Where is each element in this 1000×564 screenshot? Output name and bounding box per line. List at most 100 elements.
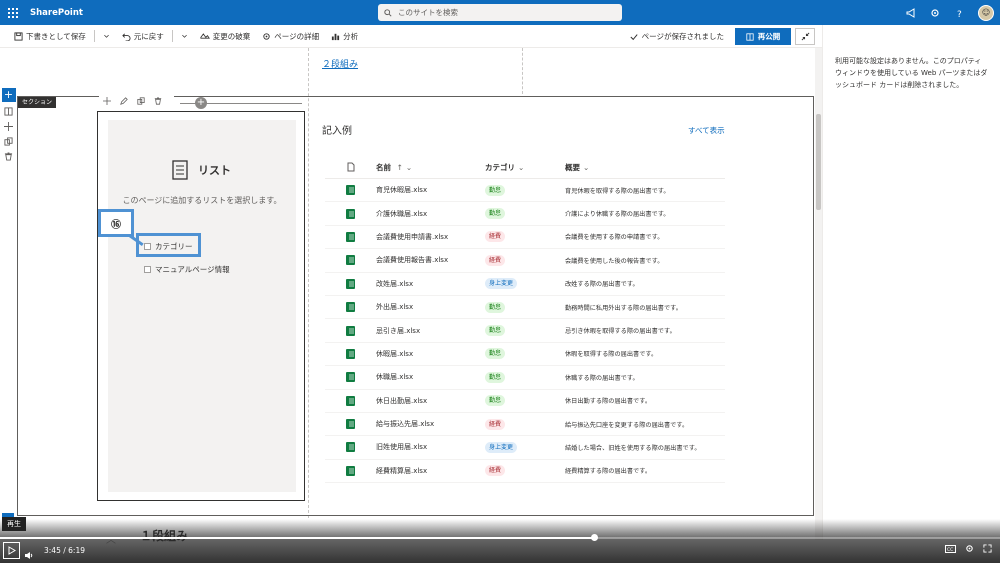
category-badge: 経費 — [485, 231, 506, 243]
delete-icon[interactable] — [154, 97, 162, 105]
layout-icon[interactable] — [3, 105, 15, 117]
table-row[interactable]: 介護休職届.xlsx 勤怠 介護により休職する際の届出書です。 — [325, 202, 725, 226]
description-cell: 会議費を使用した後の報告書です。 — [565, 257, 664, 265]
megaphone-icon[interactable] — [906, 7, 916, 18]
file-name[interactable]: 育児休暇届.xlsx — [376, 185, 485, 195]
file-name[interactable]: 経費精算届.xlsx — [376, 466, 485, 476]
table-row[interactable]: 会議費使用申請書.xlsx 経費 会議費を使用する際の申請書です。 — [325, 226, 725, 250]
move-icon[interactable] — [3, 120, 15, 132]
table-row[interactable]: 外出届.xlsx 勤怠 勤務時間に私用外出する際の届出書です。 — [325, 296, 725, 320]
search-box[interactable]: このサイトを検索 — [378, 4, 622, 21]
table-row[interactable]: 改姓届.xlsx 身上変更 改姓する際の届出書です。 — [325, 273, 725, 296]
duplicate-icon[interactable] — [137, 97, 145, 105]
undo-button[interactable]: 元に戻す — [116, 31, 170, 42]
progress-knob[interactable] — [591, 534, 598, 541]
app-launcher-icon[interactable] — [2, 0, 24, 25]
collapse-pane-button[interactable] — [795, 28, 815, 45]
add-section-button[interactable]: + — [1, 88, 16, 102]
undo-dropdown-chevron[interactable] — [175, 33, 194, 40]
table-row[interactable]: 休職届.xlsx 勤怠 休職する際の届出書です。 — [325, 366, 725, 390]
republish-button[interactable]: 再公開 — [735, 28, 791, 45]
desc-column-header[interactable]: 概要 ⌄ — [565, 162, 725, 173]
option-label: マニュアルページ情報 — [155, 265, 230, 274]
file-name[interactable]: 会議費使用報告書.xlsx — [376, 255, 485, 265]
scrollbar-thumb[interactable] — [816, 114, 821, 210]
move-icon[interactable] — [103, 97, 111, 105]
see-all-link[interactable]: すべて表示 — [688, 125, 725, 136]
list-description: このページに追加するリストを選択します。 — [122, 196, 282, 205]
volume-icon — [25, 552, 33, 559]
settings-icon[interactable] — [965, 544, 974, 553]
sort-asc-icon: ↑ — [396, 162, 403, 172]
file-type-cell — [325, 208, 376, 219]
avatar[interactable]: ☺ — [978, 4, 994, 21]
chart-icon — [332, 33, 340, 40]
play-button[interactable] — [3, 542, 20, 559]
time-display: 3:45 / 6:19 — [44, 546, 85, 555]
help-icon[interactable]: ? — [954, 8, 964, 18]
add-webpart-button[interactable]: + — [195, 97, 207, 109]
analytics-button[interactable]: 分析 — [325, 31, 364, 42]
file-type-cell — [325, 185, 376, 196]
chevron-down-icon — [103, 34, 109, 38]
save-dropdown-chevron[interactable] — [97, 33, 116, 40]
prev-section-link[interactable]: ２段組み — [322, 57, 358, 70]
table-row[interactable]: 育児休暇届.xlsx 勤怠 育児休暇を取得する際の届出書です。 — [325, 179, 725, 203]
duplicate-icon[interactable] — [3, 135, 15, 147]
edit-icon[interactable] — [120, 97, 128, 105]
discard-changes-button[interactable]: 変更の破棄 — [194, 31, 257, 42]
delete-icon[interactable] — [3, 150, 15, 162]
file-name[interactable]: 介護休職届.xlsx — [376, 209, 485, 219]
file-name[interactable]: 休暇届.xlsx — [376, 349, 485, 359]
file-type-header[interactable] — [325, 162, 376, 172]
excel-file-icon — [346, 419, 355, 430]
time-separator: / — [63, 546, 66, 555]
gear-icon[interactable] — [930, 8, 940, 18]
table-row[interactable]: 休日出勤届.xlsx 勤怠 休日出勤する際の届出書です。 — [325, 390, 725, 413]
category-badge: 勤怠 — [485, 395, 506, 407]
table-row[interactable]: 給与振込先届.xlsx 経費 給与振込先口座を変更する際の届出書です。 — [325, 413, 725, 437]
discard-icon — [200, 32, 210, 39]
file-name[interactable]: 忌引き届.xlsx — [376, 326, 485, 336]
table-row[interactable]: 忌引き届.xlsx 勤怠 忌引き休暇を取得する際の届出書です。 — [325, 319, 725, 343]
category-badge: 経費 — [485, 418, 506, 430]
file-type-cell — [325, 372, 376, 383]
excel-file-icon — [346, 208, 355, 219]
table-row[interactable]: 休暇届.xlsx 勤怠 休暇を取得する際の届出書です。 — [325, 343, 725, 367]
table-row[interactable]: 会議費使用報告書.xlsx 経費 会議費を使用した後の報告書です。 — [325, 249, 725, 273]
file-name[interactable]: 改姓届.xlsx — [376, 279, 485, 289]
checkmark-icon — [630, 33, 638, 40]
volume-button[interactable] — [24, 545, 34, 564]
file-name[interactable]: 休職届.xlsx — [376, 372, 485, 382]
save-draft-button[interactable]: 下書きとして保存 — [8, 31, 92, 42]
table-row[interactable]: 経費精算届.xlsx 経費 経費精算する際の届出書です。 — [325, 460, 725, 484]
description-cell: 改姓する際の届出書です。 — [565, 281, 639, 289]
book-icon — [746, 32, 754, 41]
excel-file-icon — [346, 465, 355, 476]
table-row[interactable]: 旧姓使用届.xlsx 身上変更 結婚した場合、旧姓を使用する際の届出書です。 — [325, 436, 725, 460]
chevron-down-icon: ⌄ — [518, 162, 525, 172]
category-badge: 身上変更 — [485, 441, 518, 453]
description-cell: 給与振込先口座を変更する際の届出書です。 — [565, 421, 689, 429]
category-column-header[interactable]: カテゴリ ⌄ — [485, 162, 565, 173]
settings-icon — [263, 32, 270, 40]
file-name[interactable]: 外出届.xlsx — [376, 302, 485, 312]
name-column-header[interactable]: 名前 ↑ ⌄ — [376, 162, 485, 173]
list-icon — [172, 160, 188, 180]
file-name[interactable]: 休日出勤届.xlsx — [376, 396, 485, 406]
category-cell: 身上変更 — [485, 278, 565, 290]
description-cell: 休暇を取得する際の届出書です。 — [565, 351, 658, 359]
file-name[interactable]: 給与振込先届.xlsx — [376, 419, 485, 429]
description-cell: 休職する際の届出書です。 — [565, 374, 639, 382]
property-pane: 利用可能な設定はありません。このプロパティ ウィンドウを使用している Web パ… — [822, 25, 1000, 540]
page-details-button[interactable]: ページの詳細 — [256, 31, 325, 42]
file-name[interactable]: 会議費使用申請書.xlsx — [376, 232, 485, 242]
captions-icon[interactable]: CC — [945, 544, 956, 553]
collapse-icon — [801, 32, 809, 41]
list-option-manual[interactable]: マニュアルページ情報 — [144, 264, 230, 275]
brand-name[interactable]: SharePoint — [30, 8, 83, 18]
file-name[interactable]: 旧姓使用届.xlsx — [376, 442, 485, 452]
fullscreen-icon[interactable] — [983, 544, 992, 553]
file-type-cell — [325, 395, 376, 406]
svg-text:?: ? — [957, 10, 962, 18]
